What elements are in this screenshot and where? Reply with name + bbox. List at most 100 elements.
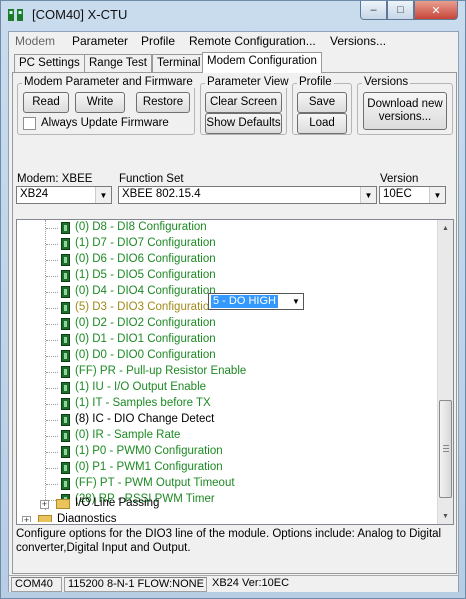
tab-modem-configuration[interactable]: Modem Configuration	[202, 52, 322, 73]
function-set-label: Function Set	[119, 173, 184, 185]
tree-connector	[46, 404, 58, 405]
tree-row[interactable]: (FF) PT - PWM Output Timeout	[17, 476, 437, 492]
version-label: Version	[380, 173, 419, 185]
save-button[interactable]: Save	[297, 92, 347, 113]
write-button[interactable]: Write	[75, 92, 125, 113]
tree-connector	[46, 308, 58, 309]
tree-row[interactable]: (0) P1 - PWM1 Configuration	[17, 460, 437, 476]
parameter-icon	[61, 414, 70, 426]
always-update-firmware-checkbox[interactable]	[23, 117, 36, 130]
function-set-select[interactable]: XBEE 802.15.4 ▼	[118, 186, 377, 204]
tree-row[interactable]: (0) D2 - DIO2 Configuration	[17, 316, 437, 332]
tree-row[interactable]: (0) IR - Sample Rate	[17, 428, 437, 444]
parameter-icon	[61, 254, 70, 266]
tree-row[interactable]: (0) D8 - DI8 Configuration	[17, 220, 437, 236]
folder-label: Diagnostics	[57, 513, 117, 522]
menu-modem[interactable]: Modem	[15, 34, 55, 48]
menu-parameter[interactable]: Parameter	[72, 34, 128, 48]
tree-row-label: (0) D1 - DIO1 Configuration	[75, 333, 216, 345]
parameter-icon	[61, 350, 70, 362]
modem-select[interactable]: XB24 ▼	[16, 186, 112, 204]
tree-row[interactable]: (1) IT - Samples before TX	[17, 396, 437, 412]
tree-row[interactable]: (1) P0 - PWM0 Configuration	[17, 444, 437, 460]
load-button[interactable]: Load	[297, 113, 347, 134]
status-settings: 115200 8-N-1 FLOW:NONE	[64, 577, 207, 592]
tree-row-label: (0) D8 - DI8 Configuration	[75, 221, 207, 233]
tree-connector	[46, 356, 58, 357]
clear-screen-button[interactable]: Clear Screen	[205, 92, 282, 113]
minimize-icon: –	[370, 4, 377, 16]
read-button[interactable]: Read	[23, 92, 69, 113]
minimize-button[interactable]: –	[360, 1, 387, 20]
parameter-view-group-label: Parameter View	[205, 76, 291, 88]
parameter-icon	[61, 430, 70, 442]
tree-connector	[46, 436, 58, 437]
close-button[interactable]: ✕	[414, 1, 458, 20]
tree-connector	[46, 484, 58, 485]
folder-diagnostics[interactable]: + Diagnostics	[17, 512, 437, 522]
profile-group-label: Profile	[297, 76, 334, 88]
menu-bar: Modem Parameter Profile Remote Configura…	[9, 32, 458, 51]
parameter-icon	[61, 270, 70, 282]
status-bar: COM40 115200 8-N-1 FLOW:NONE XB24 Ver:10…	[9, 575, 458, 592]
menu-profile[interactable]: Profile	[141, 34, 175, 48]
parameter-icon	[61, 462, 70, 474]
folder-icon	[38, 515, 52, 522]
tree-row[interactable]: (0) D0 - DIO0 Configuration	[17, 348, 437, 364]
tab-pc-settings[interactable]: PC Settings	[14, 54, 85, 72]
folder-io-line-passing[interactable]: + I/O Line Passing	[17, 496, 437, 512]
folder-label: I/O Line Passing	[75, 497, 160, 509]
parameter-icon	[61, 382, 70, 394]
versions-group: Versions Download new versions...	[357, 76, 453, 135]
scroll-up-icon[interactable]: ▲	[438, 220, 453, 236]
versions-group-label: Versions	[362, 76, 411, 88]
tree-row[interactable]: (0) D6 - DIO6 Configuration	[17, 252, 437, 268]
scroll-down-icon[interactable]: ▼	[438, 508, 453, 524]
status-firmware: XB24 Ver:10EC	[212, 577, 290, 589]
tree-connector	[46, 292, 58, 293]
tree-connector	[46, 340, 58, 341]
tab-range-test[interactable]: Range Test	[84, 54, 152, 72]
tree-row-label: (0) D2 - DIO2 Configuration	[75, 317, 216, 329]
download-new-versions-button[interactable]: Download new versions...	[363, 92, 447, 130]
tree-row-label: (1) D7 - DIO7 Configuration	[75, 237, 216, 249]
client-area: Modem Parameter Profile Remote Configura…	[8, 31, 459, 592]
parameter-icon	[61, 334, 70, 346]
parameter-icon	[61, 238, 70, 250]
parameter-icon	[61, 398, 70, 410]
tree-scrollbar[interactable]: ▲ ▼	[437, 220, 453, 524]
tab-terminal[interactable]: Terminal	[152, 54, 206, 72]
grip-line	[443, 451, 449, 452]
chevron-down-icon: ▼	[429, 187, 445, 203]
parameter-tree[interactable]: (0) D8 - DI8 Configuration (1) D7 - DIO7 …	[16, 219, 454, 525]
version-select[interactable]: 10EC ▼	[379, 186, 446, 204]
tree-row[interactable]: (1) IU - I/O Output Enable	[17, 380, 437, 396]
show-defaults-button[interactable]: Show Defaults	[205, 113, 282, 134]
expand-icon[interactable]: +	[40, 500, 49, 509]
modem-parameter-group-label: Modem Parameter and Firmware	[22, 76, 195, 88]
tree-row[interactable]: (1) D7 - DIO7 Configuration	[17, 236, 437, 252]
tree-row[interactable]: (FF) PR - Pull-up Resistor Enable	[17, 364, 437, 380]
tree-row-label: (FF) PT - PWM Output Timeout	[75, 477, 235, 489]
title-bar[interactable]: [COM40] X-CTU – □ ✕	[1, 1, 465, 31]
menu-remote-configuration[interactable]: Remote Configuration...	[189, 34, 316, 48]
tree-connector	[46, 388, 58, 389]
parameter-view-group: Parameter View Clear Screen Show Default…	[200, 76, 291, 135]
parameter-icon	[61, 286, 70, 298]
expand-icon[interactable]: +	[22, 516, 31, 522]
tree-row-label: (1) IU - I/O Output Enable	[75, 381, 207, 393]
tree-row[interactable]: (0) D1 - DIO1 Configuration	[17, 332, 437, 348]
menu-versions[interactable]: Versions...	[330, 34, 386, 48]
restore-button[interactable]: Restore	[136, 92, 190, 113]
tree-row-label: (0) IR - Sample Rate	[75, 429, 181, 441]
tree-row[interactable]: (1) D5 - DIO5 Configuration	[17, 268, 437, 284]
maximize-button[interactable]: □	[387, 1, 414, 20]
dio3-value-select[interactable]: 5 - DO HIGH ▼	[208, 293, 304, 310]
maximize-icon: □	[397, 4, 404, 16]
tree-row[interactable]: (8) IC - DIO Change Detect	[17, 412, 437, 428]
tree-row-label: (1) P0 - PWM0 Configuration	[75, 445, 223, 457]
parameter-icon	[61, 222, 70, 234]
modem-configuration-panel: Modem Parameter and Firmware Read Write …	[12, 72, 457, 574]
scrollbar-thumb[interactable]	[439, 400, 452, 498]
tree-row-label: (1) D5 - DIO5 Configuration	[75, 269, 216, 281]
